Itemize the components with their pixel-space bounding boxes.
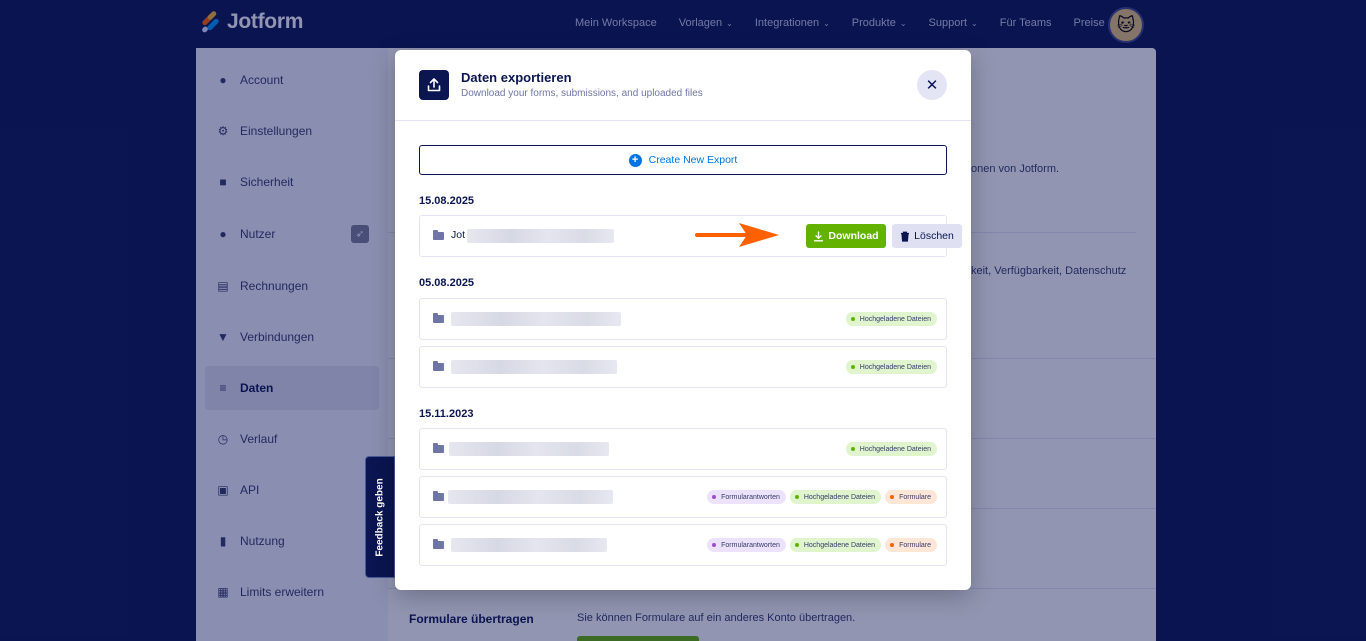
tag-uploaded-files: Hochgeladene Dateien [845,442,937,456]
download-label: Download [828,230,879,242]
tag-list: Formularantworten Hochgeladene Dateien F… [703,490,937,504]
export-date: 05.08.2025 [419,277,475,289]
annotation-arrow-icon [695,223,779,247]
tag-uploaded-files: Hochgeladene Dateien [845,360,937,374]
modal-subtitle: Download your forms, submissions, and up… [461,88,703,99]
download-icon [814,230,824,241]
feedback-label: Feedback geben [374,477,386,557]
plus-icon: + [628,153,642,167]
delete-button[interactable]: Löschen [892,224,962,248]
redacted-name [451,312,621,326]
redacted-name [451,538,607,552]
folder-icon [433,539,444,549]
create-label: Create New Export [648,154,738,166]
folder-icon [433,230,444,240]
redacted-name [451,360,617,374]
tag-uploaded-files: Hochgeladene Dateien [845,312,937,326]
create-new-export-button[interactable]: + Create New Export [419,145,947,175]
tag-uploaded-files: Hochgeladene Dateien [789,490,882,504]
redacted-name [449,442,609,456]
tag-form-responses: Formularantworten [707,538,786,552]
export-row: Formularantworten Hochgeladene Dateien F… [419,476,947,518]
tag-forms: Formulare [885,538,937,552]
redacted-name [467,229,614,243]
export-row: Formularantworten Hochgeladene Dateien F… [419,524,947,566]
upload-icon [419,70,449,100]
modal-title: Daten exportieren [461,70,572,85]
tag-list: Formularantworten Hochgeladene Dateien F… [703,538,937,552]
export-row: Hochgeladene Dateien [419,428,947,470]
tag-list: Hochgeladene Dateien [842,442,937,456]
export-date: 15.11.2023 [419,408,474,420]
tag-list: Hochgeladene Dateien [842,360,937,374]
download-button[interactable]: Download [806,224,886,248]
folder-icon [433,491,444,501]
tag-forms: Formulare [885,490,937,504]
export-data-modal: Daten exportieren Download your forms, s… [395,50,971,590]
folder-icon [433,361,444,371]
folder-icon [433,443,444,453]
tag-uploaded-files: Hochgeladene Dateien [789,538,882,552]
delete-label: Löschen [914,230,954,242]
export-row: Jot Download Löschen [419,215,962,257]
close-icon: ✕ [925,77,939,94]
export-name: Jot [451,229,466,241]
tag-list: Hochgeladene Dateien [842,312,937,326]
trash-icon [901,231,910,242]
export-row: Hochgeladene Dateien [419,346,947,388]
modal-header: Daten exportieren Download your forms, s… [395,50,971,121]
tag-form-responses: Formularantworten [707,490,786,504]
redacted-name [448,490,613,504]
export-date: 15.08.2025 [419,195,475,207]
export-row: Hochgeladene Dateien [419,298,947,340]
close-button[interactable]: ✕ [917,70,947,100]
feedback-tab[interactable]: Feedback geben [365,456,395,578]
folder-icon [433,313,444,323]
